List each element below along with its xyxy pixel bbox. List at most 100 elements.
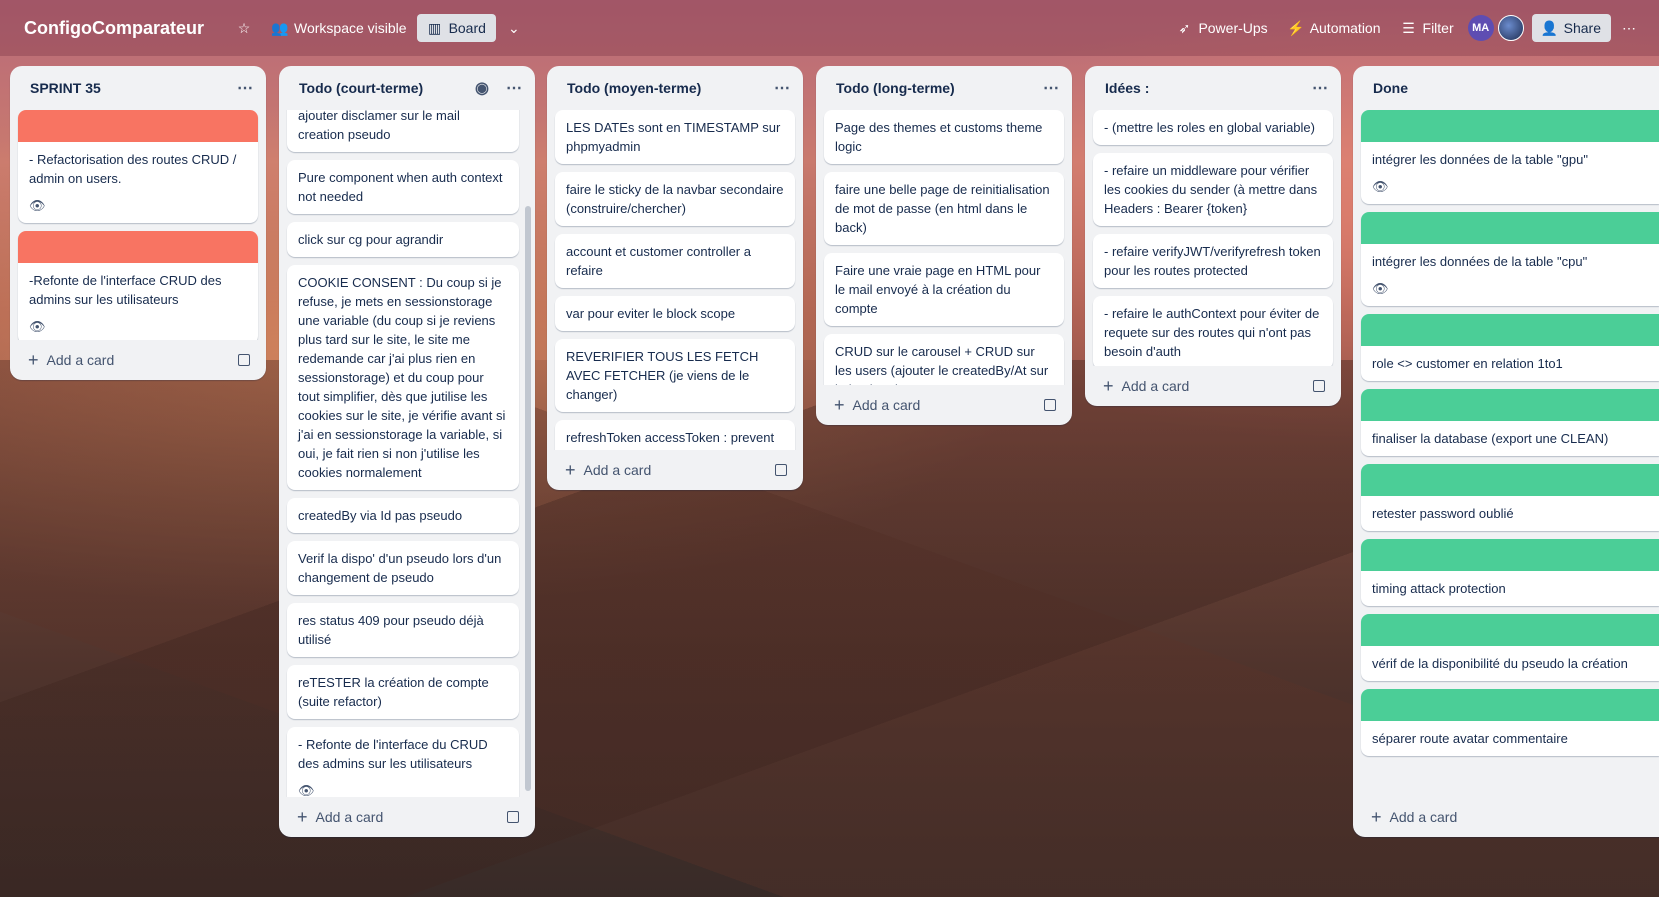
- list-sprint-35: SPRINT 35 ⋯ - Refactorisation des routes…: [10, 66, 266, 380]
- add-card-button[interactable]: + Add a card: [1353, 797, 1659, 837]
- eye-icon: 👁: [29, 198, 46, 213]
- list-title[interactable]: Idées :: [1105, 80, 1312, 96]
- plus-icon: +: [1103, 375, 1114, 396]
- card[interactable]: finaliser la database (export une CLEAN): [1361, 389, 1659, 456]
- list-header: Done: [1353, 66, 1659, 110]
- rocket-icon: ➶: [1178, 19, 1191, 36]
- star-button[interactable]: ☆: [226, 14, 262, 42]
- list-menu-icon[interactable]: ⋯: [774, 78, 791, 98]
- card-text: intégrer les données de la table "cpu": [1372, 254, 1588, 269]
- card[interactable]: REVERIFIER TOUS LES FETCH AVEC FETCHER (…: [555, 339, 795, 412]
- card-cover-green: [1361, 314, 1659, 346]
- list-title[interactable]: SPRINT 35: [30, 80, 237, 96]
- card[interactable]: role <> customer en relation 1to1: [1361, 314, 1659, 381]
- card[interactable]: reTESTER la création de compte (suite re…: [287, 665, 519, 719]
- view-switcher-button[interactable]: ⌄: [496, 14, 532, 42]
- card-text: res status 409 pour pseudo déjà utilisé: [298, 613, 484, 647]
- list-header: Todo (court-terme) ◉ ⋯: [279, 66, 535, 110]
- add-card-button[interactable]: + Add a card: [816, 385, 1072, 425]
- card[interactable]: - refaire verifyJWT/verifyrefresh token …: [1093, 234, 1333, 288]
- card[interactable]: LES DATEs sont en TIMESTAMP sur phpmyadm…: [555, 110, 795, 164]
- card[interactable]: Faire une vraie page en HTML pour le mai…: [824, 253, 1064, 326]
- more-icon: ⋯: [1622, 19, 1636, 36]
- list-title[interactable]: Todo (court-terme): [299, 80, 475, 96]
- automation-button[interactable]: ⚡ Automation: [1278, 14, 1391, 42]
- share-label: Share: [1563, 20, 1601, 36]
- card[interactable]: timing attack protection: [1361, 539, 1659, 606]
- member-avatar-photo[interactable]: [1497, 15, 1524, 41]
- list-scrollbar[interactable]: [525, 206, 531, 791]
- card[interactable]: faire une belle page de reinitialisation…: [824, 172, 1064, 245]
- card-text: COOKIE CONSENT : Du coup si je refuse, j…: [298, 275, 506, 480]
- card-text: - Refactorisation des routes CRUD / admi…: [29, 152, 237, 186]
- card[interactable]: Pure component when auth context not nee…: [287, 160, 519, 214]
- card-cover-red: [18, 110, 258, 142]
- powerups-button[interactable]: ➶ Power-Ups: [1166, 14, 1277, 42]
- watch-icon[interactable]: ◉: [475, 78, 490, 98]
- eye-icon: 👁: [29, 319, 46, 334]
- card[interactable]: -Refonte de l'interface CRUD des admins …: [18, 231, 258, 340]
- card[interactable]: createdBy via Id pas pseudo: [287, 498, 519, 533]
- card[interactable]: faire le sticky de la navbar secondaire …: [555, 172, 795, 226]
- card[interactable]: Verif la dispo' d'un pseudo lors d'un ch…: [287, 541, 519, 595]
- card[interactable]: - refaire un middleware pour vérifier le…: [1093, 153, 1333, 226]
- card[interactable]: intégrer les données de la table "gpu" 👁: [1361, 110, 1659, 204]
- card[interactable]: - Refonte de l'interface du CRUD des adm…: [287, 727, 519, 797]
- share-button[interactable]: 👤 Share: [1531, 14, 1611, 42]
- template-icon[interactable]: [507, 811, 519, 823]
- card[interactable]: Page des themes et customs theme logic: [824, 110, 1064, 164]
- card[interactable]: retester password oublié: [1361, 464, 1659, 531]
- plus-icon: +: [297, 806, 308, 827]
- card[interactable]: séparer route avatar commentaire: [1361, 689, 1659, 756]
- card[interactable]: - (mettre les roles en global variable): [1093, 110, 1333, 145]
- list-menu-icon[interactable]: ⋯: [1312, 78, 1329, 98]
- card[interactable]: click sur cg pour agrandir: [287, 222, 519, 257]
- card[interactable]: - Refactorisation des routes CRUD / admi…: [18, 110, 258, 223]
- card[interactable]: intégrer les données de la table "cpu" 👁: [1361, 212, 1659, 306]
- add-card-button[interactable]: + Add a card: [547, 450, 803, 490]
- list-title[interactable]: Todo (long-terme): [836, 80, 1043, 96]
- list-title[interactable]: Todo (moyen-terme): [567, 80, 774, 96]
- card[interactable]: res status 409 pour pseudo déjà utilisé: [287, 603, 519, 657]
- card-text: retester password oublié: [1372, 506, 1514, 521]
- board-view-label: Board: [448, 20, 486, 36]
- list-title[interactable]: Done: [1373, 80, 1647, 96]
- card[interactable]: ajouter disclamer sur le mail creation p…: [287, 110, 519, 152]
- list-todo-long-terme: Todo (long-terme) ⋯ Page des themes et c…: [816, 66, 1072, 425]
- card[interactable]: COOKIE CONSENT : Du coup si je refuse, j…: [287, 265, 519, 490]
- card[interactable]: refreshToken accessToken : prevent cross…: [555, 420, 795, 450]
- filter-button[interactable]: ☰ Filter: [1391, 14, 1464, 42]
- card[interactable]: - refaire le authContext pour éviter de …: [1093, 296, 1333, 366]
- template-icon[interactable]: [1313, 380, 1325, 392]
- card-text: séparer route avatar commentaire: [1372, 731, 1568, 746]
- list-menu-icon[interactable]: ⋯: [237, 78, 254, 98]
- list-menu-icon[interactable]: ⋯: [506, 78, 523, 98]
- card-container: - (mettre les roles en global variable) …: [1085, 110, 1341, 366]
- card-text: var pour eviter le block scope: [566, 306, 736, 321]
- card-text: - refaire un middleware pour vérifier le…: [1104, 163, 1318, 216]
- card-text: intégrer les données de la table "gpu": [1372, 152, 1588, 167]
- template-icon[interactable]: [238, 354, 250, 366]
- plus-icon: +: [1371, 806, 1382, 827]
- template-icon[interactable]: [1044, 399, 1056, 411]
- add-card-button[interactable]: + Add a card: [1085, 366, 1341, 406]
- member-avatar[interactable]: MA: [1467, 15, 1494, 41]
- card[interactable]: account et customer controller a refaire: [555, 234, 795, 288]
- list-menu-icon[interactable]: ⋯: [1043, 78, 1060, 98]
- board-menu-button[interactable]: ⋯: [1611, 14, 1647, 42]
- board-view-button[interactable]: ▥ Board: [416, 14, 496, 42]
- board-title[interactable]: ConfigoComparateur: [24, 18, 204, 39]
- plus-icon: +: [28, 349, 39, 370]
- filter-label: Filter: [1422, 20, 1454, 36]
- card-text: Faire une vraie page en HTML pour le mai…: [835, 263, 1041, 316]
- template-icon[interactable]: [775, 464, 787, 476]
- list-header: SPRINT 35 ⋯: [10, 66, 266, 110]
- visibility-button[interactable]: 👥 Workspace visible: [262, 14, 417, 42]
- plus-icon: +: [565, 459, 576, 480]
- add-card-label: Add a card: [583, 462, 652, 478]
- card[interactable]: var pour eviter le block scope: [555, 296, 795, 331]
- card[interactable]: vérif de la disponibilité du pseudo la c…: [1361, 614, 1659, 681]
- add-card-button[interactable]: + Add a card: [10, 340, 266, 380]
- add-card-button[interactable]: + Add a card: [279, 797, 535, 837]
- card[interactable]: CRUD sur le carousel + CRUD sur les user…: [824, 334, 1064, 385]
